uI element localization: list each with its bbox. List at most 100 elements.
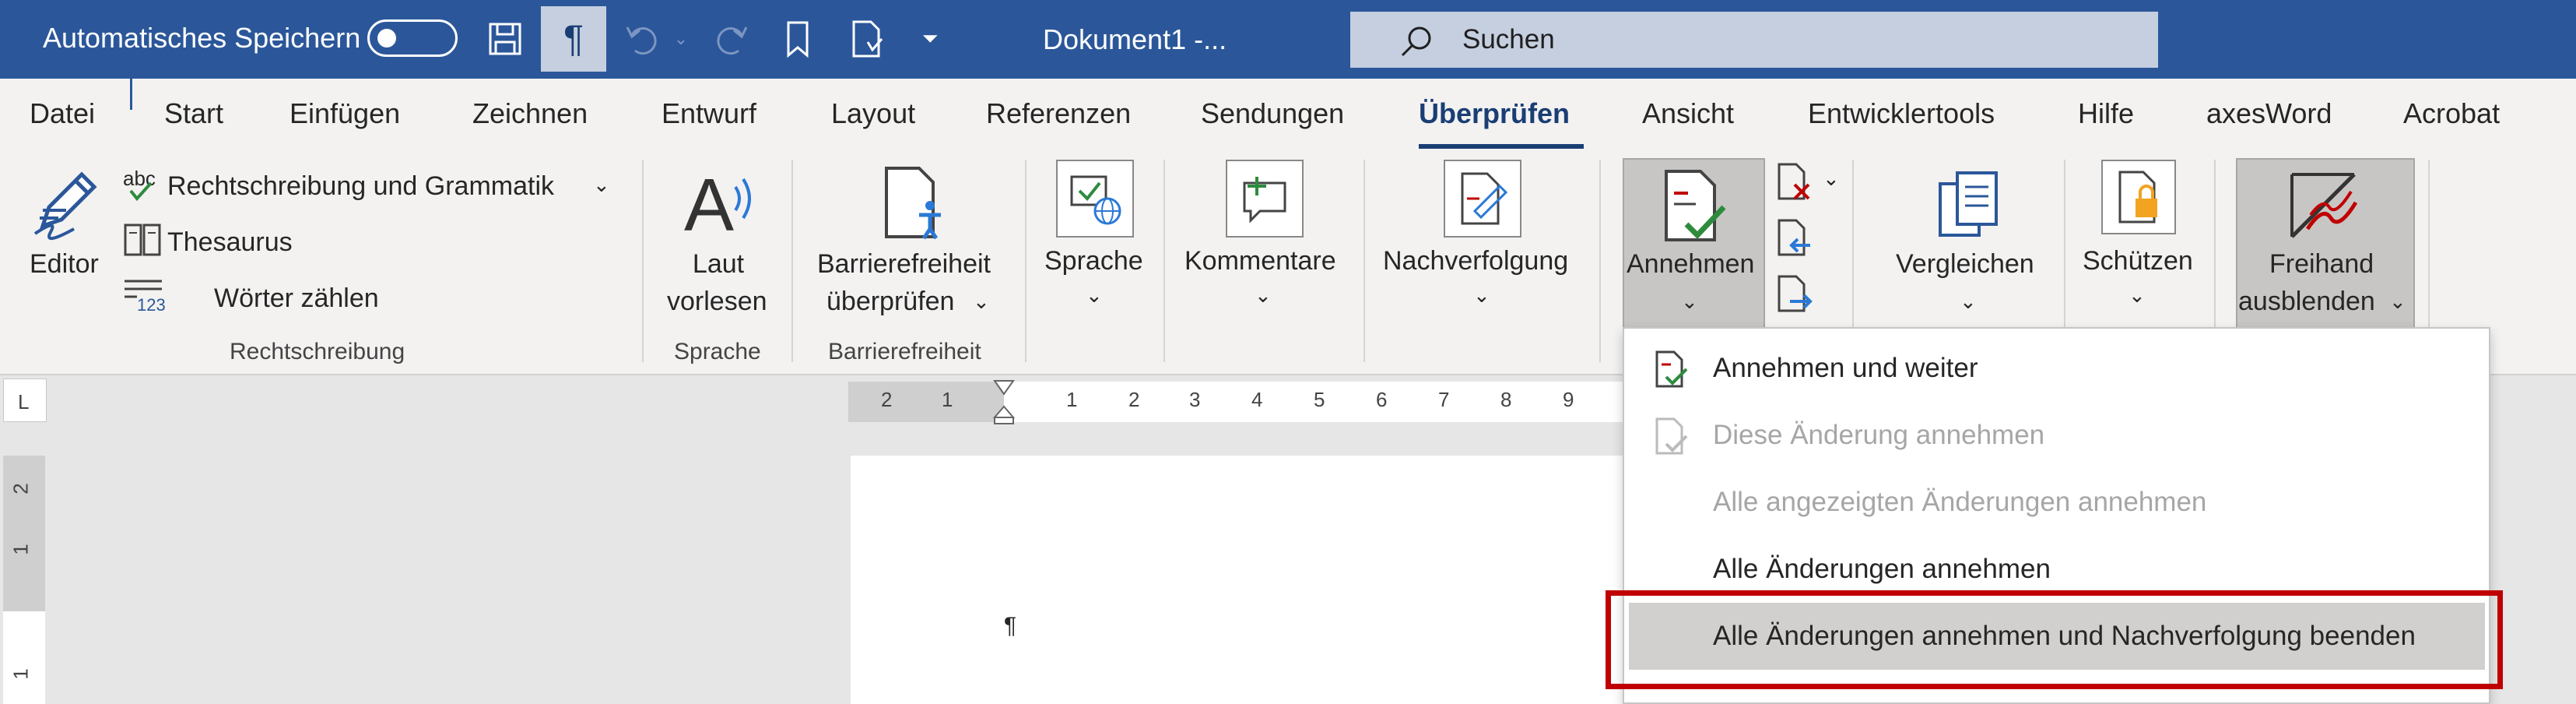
ruler-mark: 7 [1438,388,1450,411]
group-label-rechtschreibung: Rechtschreibung [230,339,405,364]
thesaurus-button[interactable]: Thesaurus [167,224,293,261]
ribbon-tabs: Datei Start Einfügen Zeichnen Entwurf La… [0,79,2576,152]
menu-item-label: Alle Änderungen annehmen [1713,554,2051,584]
chevron-down-icon[interactable]: ⌄ [1255,276,1272,314]
tab-ueberpruefen[interactable]: Überprüfen [1419,97,1570,130]
customize-qat-button[interactable]: ⏷ [903,6,957,72]
save-button[interactable] [472,6,538,72]
tab-axesword[interactable]: axesWord [2206,97,2332,130]
previous-change-icon[interactable] [1774,217,1813,259]
menu-item-accept-and-next[interactable]: Annehmen und weiter [1624,335,2489,402]
tab-referenzen[interactable]: Referenzen [986,97,1131,130]
tab-hilfe[interactable]: Hilfe [2078,97,2134,130]
ruler-mark: 1 [942,388,953,411]
undo-dropdown[interactable]: ⌄ [665,6,697,72]
ruler-mark: 9 [1563,388,1574,411]
lock-document-icon [2118,171,2157,224]
group-separator [1163,160,1165,362]
next-change-icon[interactable] [1774,273,1813,315]
tab-ansicht[interactable]: Ansicht [1642,97,1734,130]
ruler-mark: 2 [1128,388,1140,411]
chevron-down-icon: ⌄ [2389,290,2406,313]
redo-icon [717,26,748,55]
read-aloud-icon: A [684,164,751,241]
accessibility-icon-wrap[interactable] [872,160,957,245]
ruler-mark: 2 [881,388,893,411]
tab-layout[interactable]: Layout [831,97,915,130]
customize-icon: ⏷ [921,26,939,50]
menu-item-accept-all-shown[interactable]: Alle angezeigten Änderungen annehmen [1624,469,2489,536]
reject-icon[interactable] [1774,161,1813,203]
search-input[interactable]: Suchen [1350,12,2158,68]
ruler-mark: 3 [1189,388,1201,411]
chevron-down-icon[interactable]: ⌄ [1823,160,1840,197]
spelling-grammar-button[interactable]: Rechtschreibung und Grammatik [167,167,554,205]
accessibility-label-2[interactable]: überprüfen [826,283,954,320]
document-check-button[interactable] [835,6,900,72]
language-button[interactable]: Sprache [1044,242,1143,280]
language-icon-wrap[interactable] [1056,160,1134,238]
read-aloud-label-1[interactable]: Laut [689,245,748,283]
save-icon [489,23,521,55]
chevron-down-icon[interactable]: ⌄ [2129,276,2146,314]
menu-item-accept-this-change[interactable]: Diese Änderung annehmen [1624,402,2489,469]
tab-selector[interactable]: L [3,378,47,422]
tab-sendungen[interactable]: Sendungen [1201,97,1344,130]
comments-button[interactable]: Kommentare [1184,242,1336,280]
chevron-down-icon[interactable]: ⌄ [1960,283,1977,320]
comments-icon-wrap[interactable] [1226,160,1304,238]
vertical-ruler[interactable] [3,611,45,704]
group-label-barrierefreiheit: Barrierefreiheit [828,339,981,364]
editor-button[interactable]: Editor [30,245,99,283]
vertical-ruler-margin [3,456,45,611]
tab-entwurf[interactable]: Entwurf [662,97,756,130]
protect-icon-wrap[interactable] [2101,160,2176,234]
paragraph-mark: ¶ [1004,613,1017,639]
read-aloud-label-2[interactable]: vorlesen [667,283,767,320]
autosave-toggle[interactable] [367,19,458,57]
chevron-down-icon[interactable]: ⌄ [973,283,990,320]
group-label-sprache: Sprache [674,339,761,364]
search-icon [1401,26,1431,57]
tab-zeichnen[interactable]: Zeichnen [472,97,588,130]
word-count-icon: 123 [125,280,165,312]
chevron-down-icon[interactable]: ⌄ [1086,276,1103,314]
pilcrow-icon: ¶ [563,18,584,60]
tab-entwicklertools[interactable]: Entwicklertools [1808,97,1995,130]
compare-icon-wrap[interactable] [1925,163,2011,248]
ruler-mark: 1 [9,668,33,680]
tracking-button[interactable]: Nachverfolgung [1383,242,1568,280]
ruler-mark: 6 [1376,388,1388,411]
document-title: Dokument1 -... [1043,23,1227,55]
bookmark-icon [787,21,809,58]
indent-marker-icon[interactable] [992,378,1016,425]
tab-einfuegen[interactable]: Einfügen [290,97,400,130]
bookmark-button[interactable] [765,6,830,72]
redo-button[interactable] [699,6,764,72]
accept-icon-wrap [1650,163,1735,248]
highlight-annotation-box [1606,590,2503,689]
show-formatting-button[interactable]: ¶ [541,6,606,72]
tab-datei[interactable]: Datei [30,97,95,130]
hide-ink-icon-wrap [2280,163,2366,248]
active-tab-indicator [1419,144,1584,149]
hide-ink-label-1: Freihand [2269,249,2374,279]
tab-acrobat[interactable]: Acrobat [2403,97,2500,130]
tab-start[interactable]: Start [164,97,223,130]
accessibility-label-1[interactable]: Barrierefreiheit [817,245,991,283]
chevron-down-icon[interactable]: ⌄ [593,166,610,203]
ruler-mark: 8 [1500,388,1512,411]
svg-text:A: A [684,164,734,241]
hide-ink-icon [2290,173,2358,238]
tracking-icon-wrap[interactable] [1444,160,1521,238]
read-aloud-icon-wrap[interactable]: A [677,160,763,245]
word-count-button[interactable]: Wörter zählen [214,280,379,317]
editor-button-icon-wrap[interactable] [23,160,109,245]
document-check-icon [852,20,883,58]
compare-button[interactable]: Vergleichen [1896,245,2034,283]
group-separator [1599,160,1601,362]
thesaurus-icon [124,224,161,256]
ruler-mark: 4 [1251,388,1263,411]
protect-button[interactable]: Schützen [2083,242,2193,280]
chevron-down-icon[interactable]: ⌄ [1473,276,1490,314]
